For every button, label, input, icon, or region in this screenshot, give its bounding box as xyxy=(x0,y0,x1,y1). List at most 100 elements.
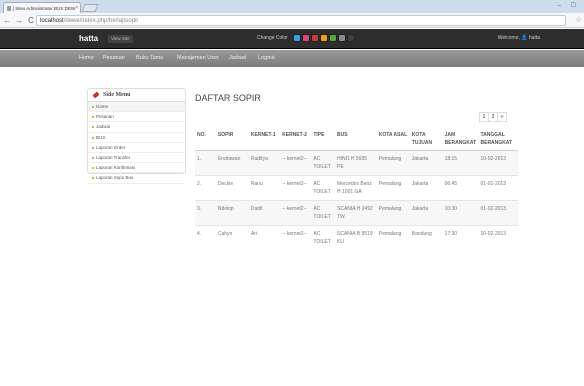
table-cell: Jakarta xyxy=(409,200,443,226)
window-controls[interactable]: ‒ ☐ xyxy=(558,2,580,9)
url-path: /dewe/index.php/be/lapsopir xyxy=(63,17,139,24)
brand-name[interactable]: hatta xyxy=(79,34,98,43)
table-cell: Pemalang xyxy=(378,181,402,187)
browser-navbar: ← → C localhost /dewe/index.php/be/lapso… xyxy=(0,13,584,28)
sidebar-item-pesanan[interactable]: Pesanan xyxy=(88,112,185,123)
table-cell: Pemalang xyxy=(378,231,402,237)
table-cell: Pemalang xyxy=(376,200,410,226)
color-swatch[interactable] xyxy=(347,34,355,42)
column-header: NO. xyxy=(195,127,216,151)
sidebar-item-home[interactable]: Home xyxy=(88,102,185,113)
table-cell: Ari xyxy=(250,231,258,237)
table-cell: HINO H 5935 PE xyxy=(335,150,377,176)
table-cell: 10-02-2013 xyxy=(478,150,518,176)
column-header: BUS xyxy=(335,127,377,151)
table-cell: 10-02-2013 xyxy=(480,231,507,237)
table-cell: Dadit xyxy=(248,200,281,226)
pagination: 1 2 » xyxy=(479,112,507,122)
color-swatch[interactable] xyxy=(338,34,346,42)
reload-icon[interactable]: C xyxy=(26,16,36,25)
table-cell: Mercedes Benz H 1001 GA xyxy=(337,181,372,195)
sidebar-item-laporan-transfer[interactable]: Laporan Transfer xyxy=(88,153,185,164)
side-menu: Side Menu Home Pesanan Jadwal BUS Lapora… xyxy=(87,88,186,184)
table-cell: 1. xyxy=(195,150,216,176)
new-tab-button[interactable] xyxy=(81,4,99,12)
table-cell: -- kernet2-- xyxy=(282,181,307,187)
next-page-link[interactable]: » xyxy=(497,112,507,122)
table-cell: -- kernet2-- xyxy=(282,231,307,237)
sidebar-item-laporan-konfirmasi[interactable]: Laporan Konfirmasi xyxy=(88,163,185,174)
page-title: DAFTAR SOPIR xyxy=(195,93,261,103)
close-tab-icon[interactable]: × xyxy=(75,5,78,11)
table-cell: 2. xyxy=(197,181,202,187)
sopir-table: NO. SOPIR KERNET-1 KERNET-2 TIPE BUS KOTA ASAL… xyxy=(195,127,518,250)
table-cell: Pemalang xyxy=(376,150,410,176)
main-menu: Home Pesanan Buku Tamu Manajemen User Ja… xyxy=(0,50,584,67)
column-header: KOTA TUJUAN xyxy=(409,127,443,151)
menu-manajemen-user[interactable]: Manajemen User xyxy=(177,55,219,61)
column-header: TANGGAL BERANGKAT xyxy=(478,127,518,151)
browser-tab[interactable]: [ Sites Administrator BUS DEW × xyxy=(3,2,81,13)
table-cell: Ranu xyxy=(250,181,263,187)
table-cell: SCANIA B 9519 KU xyxy=(337,231,373,245)
sidebar-item-jadwal[interactable]: Jadwal xyxy=(88,122,185,133)
welcome-user[interactable]: Welcome, 👤 hatta xyxy=(498,35,540,41)
table-cell: Deckie xyxy=(217,181,234,187)
color-swatch[interactable] xyxy=(302,34,310,42)
table-cell: AC TOILET xyxy=(313,181,331,195)
column-header: KOTA ASAL xyxy=(376,127,410,151)
side-menu-title: Side Menu xyxy=(103,92,131,98)
color-swatch[interactable] xyxy=(320,34,328,42)
sidebar-item-bus[interactable]: BUS xyxy=(88,133,185,143)
table-cell: 01-01-2013 xyxy=(480,181,507,187)
app-topbar: hatta View Site Change Color Welcome, 👤 … xyxy=(0,29,584,49)
favicon-icon xyxy=(7,5,11,11)
table-row: 3. Ndolop Dadit -- kernet2-- AC TOILET SCANIA… xyxy=(195,200,518,226)
column-header: SOPIR xyxy=(215,127,249,151)
address-bar[interactable]: localhost /dewe/index.php/be/lapsopir xyxy=(36,15,566,26)
tab-title: [ Sites Administrator BUS DEW xyxy=(12,5,76,11)
forward-icon[interactable]: → xyxy=(14,16,24,25)
menu-pesanan[interactable]: Pesanan xyxy=(103,55,125,61)
color-swatch[interactable] xyxy=(311,34,319,42)
table-cell: -- kernet2-- xyxy=(280,150,312,176)
table-cell: Jakarta xyxy=(409,150,443,176)
pencil-icon xyxy=(92,91,100,99)
back-icon[interactable]: ← xyxy=(2,16,12,25)
table-cell: -- kernet2-- xyxy=(280,200,312,226)
table-header-row: NO. SOPIR KERNET-1 KERNET-2 TIPE BUS KOTA ASAL… xyxy=(195,127,518,151)
table-cell: Bandung xyxy=(411,231,432,237)
menu-jadwal[interactable]: Jadwal xyxy=(229,55,246,61)
table-cell: 4. xyxy=(197,231,202,237)
table-cell: 3. xyxy=(195,200,216,226)
color-swatch[interactable] xyxy=(293,34,301,42)
column-header: JAM BERANGKAT xyxy=(442,127,479,151)
sidebar-item-laporan-order[interactable]: Laporan Order xyxy=(88,143,185,153)
color-swatch[interactable] xyxy=(329,34,337,42)
table-row: 2. Deckie Ranu -- kernet2-- AC TOILET Mercede… xyxy=(195,175,518,201)
table-cell: Cahyo xyxy=(217,231,233,237)
browser-tab-strip: [ Sites Administrator BUS DEW × ‒ ☐ xyxy=(0,0,584,13)
menu-logout[interactable]: Logout xyxy=(258,55,275,61)
table-cell: AC TOILET xyxy=(311,150,336,176)
menu-buku-tamu[interactable]: Buku Tamu xyxy=(136,55,163,61)
table-cell: Ndolop xyxy=(215,200,249,226)
table-cell: 10:30 xyxy=(442,200,479,226)
view-site-button[interactable]: View Site xyxy=(108,35,133,43)
table-row: 1. Endrawan Raditya -- kernet2-- AC TOILET HI… xyxy=(195,150,518,176)
sidebar-item-laporan-sopir-bus[interactable]: Laporan Sopir Bus xyxy=(88,173,185,184)
column-header: KERNET-2 xyxy=(280,127,312,151)
color-swatches xyxy=(293,34,355,42)
bookmark-star-icon[interactable]: ☆ xyxy=(575,15,582,24)
table-cell: Endrawan xyxy=(215,150,249,176)
table-cell: 01-02-2013 xyxy=(478,200,518,226)
menu-home[interactable]: Home xyxy=(79,55,94,61)
column-header: KERNET-1 xyxy=(248,127,281,151)
column-header: TIPE xyxy=(311,127,336,151)
table-cell: 17:30 xyxy=(444,231,458,237)
table-cell: Jakarta xyxy=(411,181,429,187)
side-menu-header: Side Menu xyxy=(88,89,185,102)
table-cell: 18:15 xyxy=(442,150,479,176)
change-color-label: Change Color xyxy=(257,35,288,41)
table-cell: AC TOILET xyxy=(313,231,331,245)
